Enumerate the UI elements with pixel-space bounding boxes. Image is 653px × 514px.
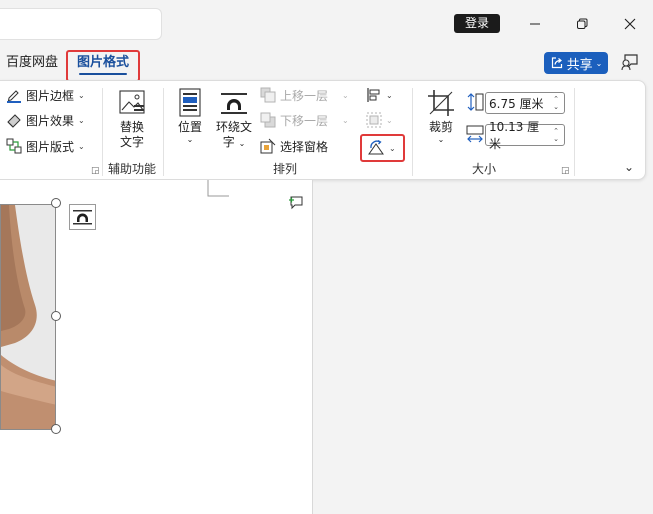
crop-icon: [426, 88, 456, 118]
chevron-down-icon: ⌄: [78, 90, 85, 100]
shape-height-icon: [466, 92, 484, 112]
share-label: 共享: [566, 57, 593, 73]
group-separator: [102, 88, 103, 176]
restore-icon: [577, 18, 588, 29]
rotate-button[interactable]: ⌄: [360, 134, 405, 162]
share-button[interactable]: 共享 ⌄: [544, 52, 608, 74]
picture-border-button[interactable]: 图片边框 ⌄: [6, 85, 85, 105]
accessibility-group-label: 辅助功能: [107, 162, 156, 176]
chevron-down-icon: ⌄: [78, 141, 85, 151]
crop-label: 裁剪: [428, 120, 453, 134]
tab-picture-format[interactable]: 图片格式: [66, 50, 140, 82]
resize-handle-bottom-right[interactable]: [51, 424, 61, 434]
send-backward-icon: [260, 112, 276, 128]
picture-layout-icon: [6, 138, 22, 154]
wrap-text-label-line2: 字 ⌄: [222, 135, 246, 149]
minimize-button[interactable]: [521, 10, 549, 38]
position-button[interactable]: 位置 ⌄: [173, 88, 207, 145]
send-backward-button[interactable]: 下移一层 ⌄: [260, 110, 349, 130]
tab-baidu-netdisk[interactable]: 百度网盘: [6, 52, 58, 82]
share-icon: [551, 57, 562, 69]
align-left-icon: [367, 88, 380, 102]
layout-options-button[interactable]: [69, 204, 96, 230]
group-objects-button[interactable]: ⌄: [366, 110, 393, 130]
minimize-icon: [530, 23, 540, 25]
selection-pane-button[interactable]: 选择窗格: [260, 136, 328, 156]
close-button[interactable]: [616, 10, 644, 38]
picture-layout-button[interactable]: 图片版式 ⌄: [6, 136, 85, 156]
layout-options-icon: [73, 210, 92, 225]
alt-text-button[interactable]: 替换 文字: [112, 88, 152, 150]
selection-pane-label: 选择窗格: [280, 139, 329, 154]
picture-effects-icon: [7, 114, 21, 128]
shape-width-value: 10.13 厘米: [489, 120, 540, 151]
alt-text-icon: [117, 88, 147, 118]
position-label: 位置: [177, 120, 202, 134]
chevron-down-icon: ⌄: [389, 143, 396, 153]
picture-border-icon: [7, 90, 21, 103]
arrange-group-label: 排列: [272, 162, 297, 176]
chevron-down-icon: ⌄: [386, 90, 393, 100]
picture-effects-label: 图片效果: [26, 113, 75, 128]
feedback-icon: [621, 54, 638, 71]
crop-button[interactable]: 裁剪 ⌄: [422, 88, 460, 145]
shape-width-icon: [466, 124, 484, 144]
size-dialog-launcher-icon[interactable]: ◲: [561, 166, 571, 176]
height-spinner[interactable]: ⌃ ⌄: [550, 95, 562, 111]
feedback-button[interactable]: [620, 52, 642, 74]
send-backward-label: 下移一层: [280, 113, 329, 128]
group-separator: [412, 88, 413, 176]
chevron-down-icon: ⌄: [386, 115, 393, 125]
wrap-text-label-line1: 环绕文: [215, 120, 252, 134]
styles-dialog-launcher-icon[interactable]: ◲: [91, 166, 101, 176]
group-separator: [163, 88, 164, 176]
close-icon: [624, 18, 636, 30]
picture-layout-label: 图片版式: [26, 139, 75, 154]
width-spinner[interactable]: ⌃ ⌄: [550, 127, 562, 143]
picture-effects-button[interactable]: 图片效果 ⌄: [6, 110, 85, 130]
comment-icon[interactable]: [288, 194, 304, 210]
bring-forward-label: 上移一层: [280, 88, 329, 103]
chevron-down-icon: ⌄: [78, 115, 85, 125]
alt-text-label-line2: 文字: [119, 135, 144, 149]
shape-height-field[interactable]: 6.75 厘米 ⌃ ⌄: [485, 92, 565, 114]
chevron-down-icon: ⌄: [595, 58, 603, 68]
wrap-text-icon: [219, 88, 249, 118]
align-button[interactable]: ⌄: [366, 85, 393, 105]
resize-handle-right[interactable]: [51, 311, 61, 321]
resize-handle-top-right[interactable]: [51, 198, 61, 208]
bring-forward-button[interactable]: 上移一层 ⌄: [260, 85, 349, 105]
search-box[interactable]: [0, 8, 162, 40]
image-content: [1, 205, 55, 429]
chevron-down-icon: ⌄: [342, 115, 349, 125]
chevron-down-icon: ⌄: [437, 135, 445, 144]
collapse-ribbon-chevron-icon[interactable]: ⌄: [624, 160, 638, 174]
shape-height-value: 6.75 厘米: [489, 96, 544, 111]
rotate-icon: [368, 139, 384, 155]
position-icon: [177, 88, 203, 118]
chevron-down-icon: ⌄: [186, 135, 194, 144]
chevron-down-icon: ⌄: [342, 90, 349, 100]
alt-text-label-line1: 替换: [119, 120, 144, 134]
margin-corner-mark: [207, 180, 229, 197]
shape-width-field[interactable]: 10.13 厘米 ⌃ ⌄: [485, 120, 565, 151]
wrap-text-button[interactable]: 环绕文 字 ⌄: [212, 88, 256, 151]
selection-pane-icon: [260, 138, 276, 154]
login-button[interactable]: 登录: [454, 14, 500, 33]
picture-border-label: 图片边框: [26, 88, 75, 103]
bring-forward-icon: [260, 87, 276, 103]
size-group-label: 大小: [471, 162, 496, 176]
group-separator: [574, 88, 575, 176]
restore-button[interactable]: [568, 10, 596, 38]
selected-image[interactable]: [0, 204, 56, 430]
group-objects-icon: [366, 112, 382, 128]
